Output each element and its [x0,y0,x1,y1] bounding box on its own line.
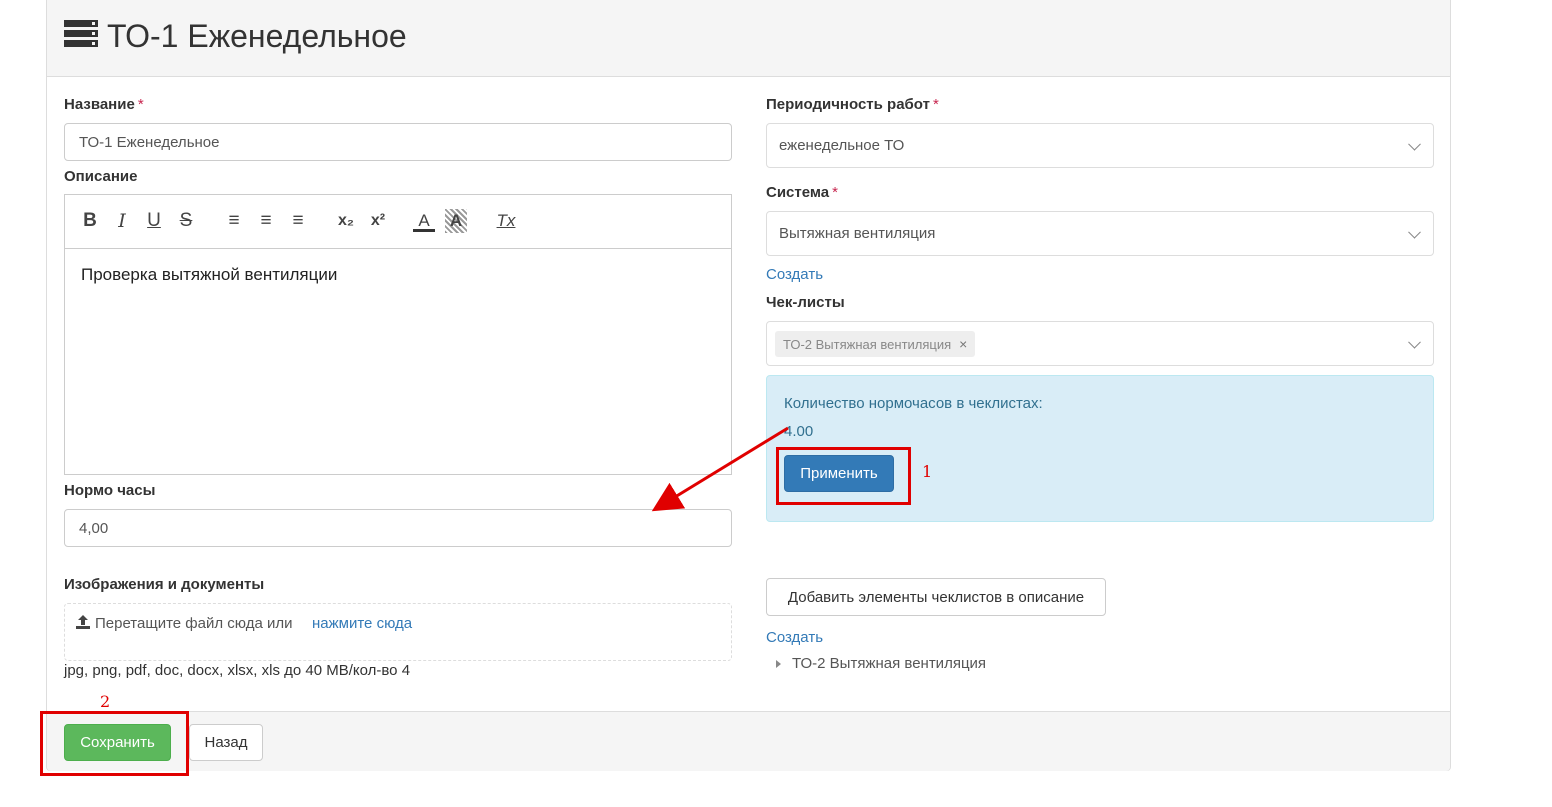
annotation-arrow [651,426,789,512]
